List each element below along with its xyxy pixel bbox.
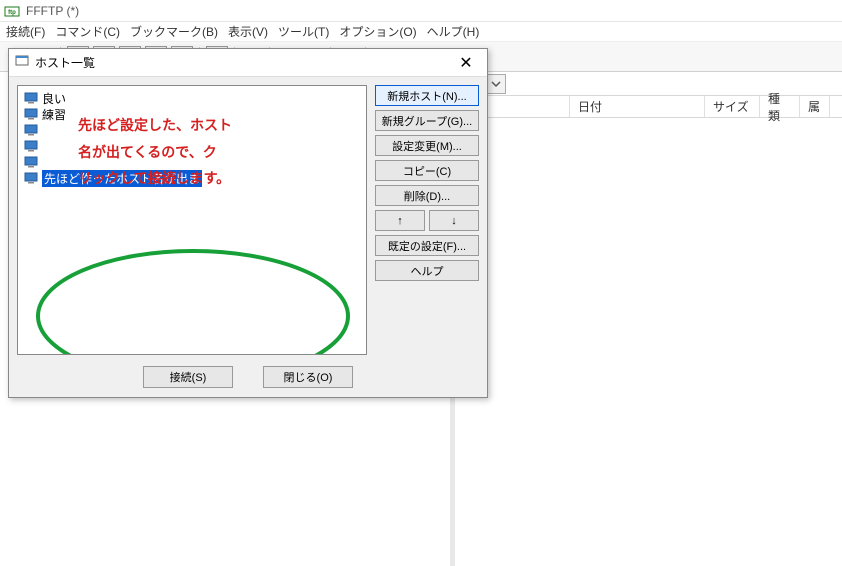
move-down-button[interactable]: ↓ — [429, 210, 479, 231]
host-item[interactable]: 良い — [22, 90, 362, 106]
menubar: 接続(F) コマンド(C) ブックマーク(B) 表示(V) ツール(T) オプシ… — [0, 22, 842, 42]
window-title: FFFTP (*) — [26, 4, 79, 18]
host-item[interactable] — [22, 138, 362, 154]
host-icon — [24, 156, 38, 168]
col-date[interactable]: 日付 — [570, 96, 705, 117]
svg-text:ftp: ftp — [8, 10, 16, 16]
host-icon — [24, 172, 38, 184]
callout-annotation — [28, 236, 358, 355]
menu-connect[interactable]: 接続(F) — [6, 23, 45, 40]
app-icon: ftp — [4, 3, 20, 19]
host-label: 先ほど作ったホスト名が出ま — [42, 170, 202, 187]
edit-button[interactable]: 設定変更(M)... — [375, 135, 479, 156]
host-item[interactable]: 練習 — [22, 106, 362, 122]
host-icon — [24, 124, 38, 136]
default-settings-button[interactable]: 既定の設定(F)... — [375, 235, 479, 256]
close-icon[interactable]: ✕ — [451, 52, 481, 74]
menu-bookmark[interactable]: ブックマーク(B) — [130, 23, 218, 40]
host-list[interactable]: 良い 練習 先ほど作ったホスト名が出ま — [17, 85, 367, 355]
dialog-body: 良い 練習 先ほど作ったホスト名が出ま — [9, 77, 487, 363]
remote-pane: 前 日付 サイズ 種類 属 — [455, 72, 842, 566]
menu-tool[interactable]: ツール(T) — [278, 23, 329, 40]
help-button[interactable]: ヘルプ — [375, 260, 479, 281]
menu-command[interactable]: コマンド(C) — [55, 23, 120, 40]
delete-button[interactable]: 削除(D)... — [375, 185, 479, 206]
host-icon — [24, 140, 38, 152]
host-list-dialog: ホスト一覧 ✕ 良い 練習 — [8, 48, 488, 398]
connect-button[interactable]: 接続(S) — [143, 366, 233, 388]
host-item[interactable] — [22, 122, 362, 138]
dialog-footer: 接続(S) 閉じる(O) — [9, 363, 487, 397]
dialog-side-buttons: 新規ホスト(N)... 新規グループ(G)... 設定変更(M)... コピー(… — [375, 85, 479, 355]
col-attr[interactable]: 属 — [800, 96, 830, 117]
copy-button[interactable]: コピー(C) — [375, 160, 479, 181]
menu-help[interactable]: ヘルプ(H) — [427, 23, 480, 40]
host-icon — [24, 92, 38, 104]
remote-column-headers: 前 日付 サイズ 種類 属 — [455, 96, 842, 118]
arrow-buttons: ↑ ↓ — [375, 210, 479, 231]
menu-option[interactable]: オプション(O) — [339, 23, 416, 40]
move-up-button[interactable]: ↑ — [375, 210, 425, 231]
titlebar: ftp FFFTP (*) — [0, 0, 842, 22]
menu-view[interactable]: 表示(V) — [228, 23, 268, 40]
host-label: 練習 — [42, 106, 66, 123]
host-icon — [24, 108, 38, 120]
dialog-title: ホスト一覧 — [35, 54, 95, 71]
col-size[interactable]: サイズ — [705, 96, 760, 117]
dialog-icon — [15, 54, 29, 71]
new-group-button[interactable]: 新規グループ(G)... — [375, 110, 479, 131]
dialog-titlebar: ホスト一覧 ✕ — [9, 49, 487, 77]
host-label: 良い — [42, 90, 66, 107]
col-kind[interactable]: 種類 — [760, 96, 800, 117]
address-dropdown[interactable] — [486, 74, 506, 94]
close-button[interactable]: 閉じる(O) — [263, 366, 353, 388]
new-host-button[interactable]: 新規ホスト(N)... — [375, 85, 479, 106]
host-item[interactable] — [22, 154, 362, 170]
host-item-selected[interactable]: 先ほど作ったホスト名が出ま — [22, 170, 362, 186]
